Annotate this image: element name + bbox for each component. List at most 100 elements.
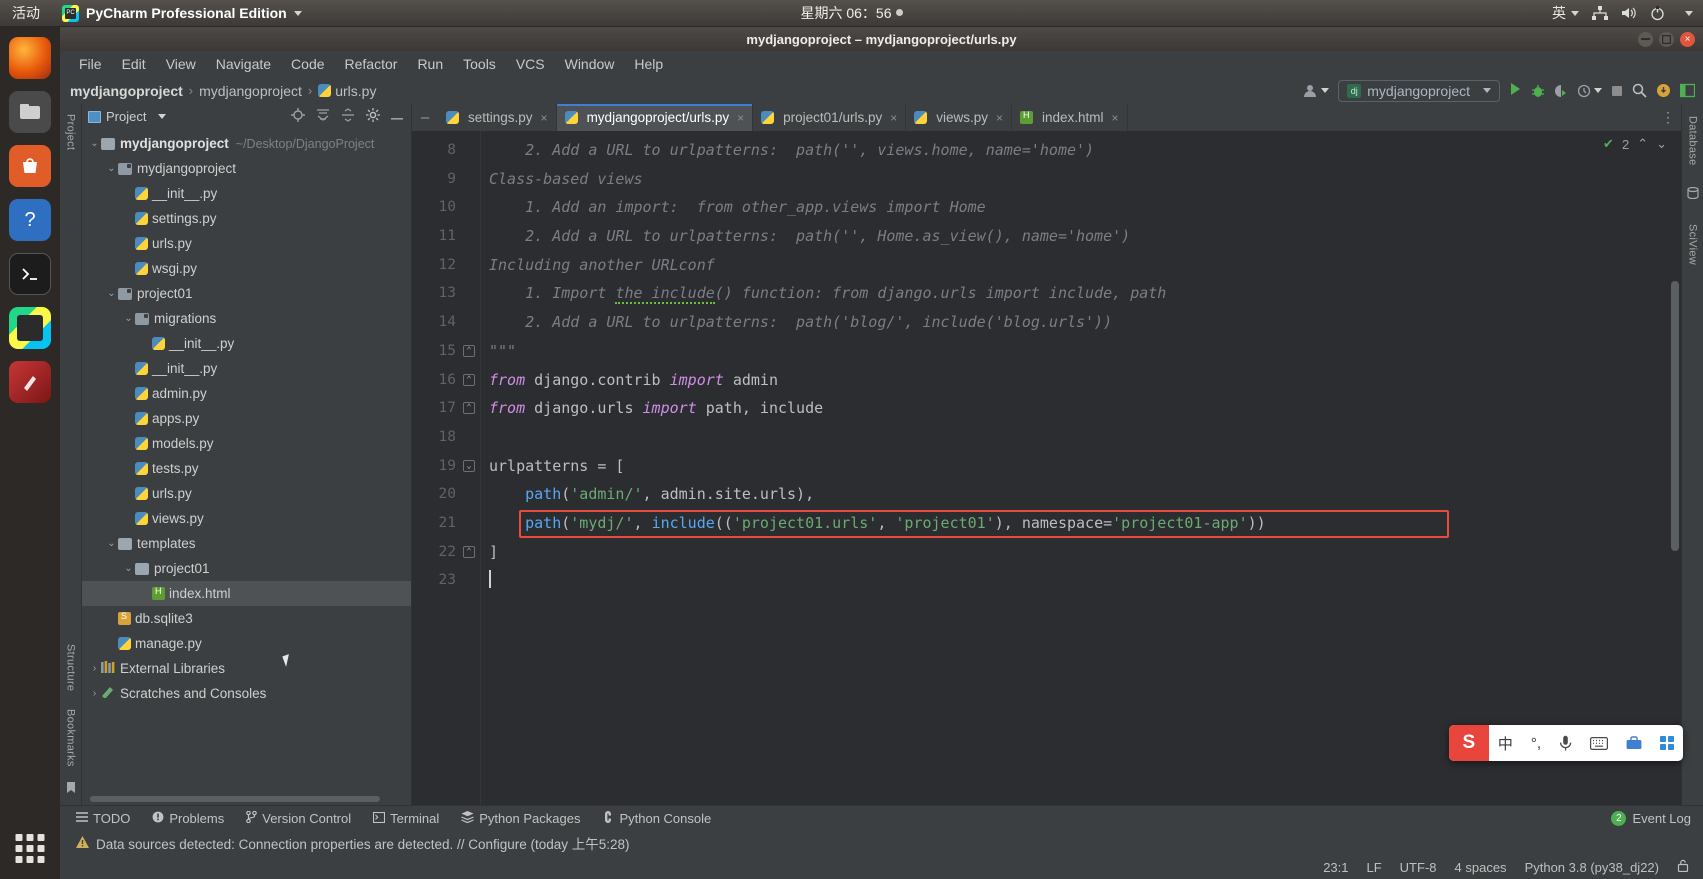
search-icon[interactable] bbox=[1632, 83, 1647, 98]
database-icon[interactable] bbox=[1686, 186, 1699, 204]
menu-icon[interactable] bbox=[1651, 725, 1683, 761]
breadcrumb-project[interactable]: mydjangoproject bbox=[70, 83, 183, 99]
window-close-button[interactable]: × bbox=[1680, 31, 1695, 47]
gutter-line-10[interactable]: 10 bbox=[412, 193, 480, 222]
tree-item-manage-py[interactable]: ›manage.py bbox=[82, 631, 411, 656]
active-app-name[interactable]: PyCharm Professional Edition bbox=[86, 5, 287, 21]
tree-item-models-py[interactable]: ›models.py bbox=[82, 431, 411, 456]
tool-button-version-control[interactable]: Version Control bbox=[246, 810, 351, 826]
menu-refactor[interactable]: Refactor bbox=[336, 54, 407, 74]
inspection-widget[interactable]: ✔ 2 ⌃ ⌄ bbox=[1603, 136, 1667, 152]
tree-item-mydjangoproject[interactable]: ⌄ mydjangoproject ~/Desktop/DjangoProject bbox=[82, 131, 411, 156]
tab-close-icon[interactable]: × bbox=[890, 111, 897, 125]
tree-item-views-py[interactable]: ›views.py bbox=[82, 506, 411, 531]
code-line-23[interactable] bbox=[481, 566, 1681, 595]
launcher-item-pycharm[interactable] bbox=[9, 307, 51, 349]
gutter-line-12[interactable]: 12 bbox=[412, 251, 480, 280]
code-line-15[interactable]: """ bbox=[481, 337, 1681, 366]
tree-item-mydjangoproject[interactable]: ⌄ mydjangoproject bbox=[82, 156, 411, 181]
tree-item--init-py[interactable]: ›__init__.py bbox=[82, 331, 411, 356]
notification-strip[interactable]: Data sources detected: Connection proper… bbox=[60, 831, 1703, 855]
code-editor[interactable]: 8 9 10 11 12 13 14 ⌃ 15 ⌃ 16 ⌃ 17 18 ⌄ 19 20 21 ⌃ 22 23 2. A… bbox=[412, 131, 1681, 805]
network-icon[interactable] bbox=[1592, 6, 1608, 20]
menu-edit[interactable]: Edit bbox=[113, 54, 155, 74]
gutter-line-11[interactable]: 11 bbox=[412, 222, 480, 251]
chevron-right-icon[interactable]: › bbox=[88, 663, 101, 674]
hide-tabs-icon[interactable]: – bbox=[412, 104, 438, 131]
tree-item-admin-py[interactable]: ›admin.py bbox=[82, 381, 411, 406]
breadcrumb-file[interactable]: urls.py bbox=[318, 83, 376, 99]
code-line-22[interactable]: ] bbox=[481, 538, 1681, 567]
tab-mydjangoproject-urls-py[interactable]: mydjangoproject/urls.py × bbox=[556, 104, 754, 131]
project-tree[interactable]: ⌄ mydjangoproject ~/Desktop/DjangoProject ⌄… bbox=[82, 129, 411, 805]
menu-vcs[interactable]: VCS bbox=[507, 54, 554, 74]
tree-item-settings-py[interactable]: ›settings.py bbox=[82, 206, 411, 231]
code-line-10[interactable]: 1. Add an import: from other_app.views i… bbox=[481, 193, 1681, 222]
tool-button-terminal[interactable]: Terminal bbox=[373, 811, 439, 826]
tab-close-icon[interactable]: × bbox=[737, 111, 744, 125]
input-method-indicator[interactable]: 英 bbox=[1552, 3, 1579, 23]
status-encoding[interactable]: UTF-8 bbox=[1400, 860, 1437, 875]
project-view-chevron-down-icon[interactable] bbox=[158, 114, 167, 119]
tree-item-templates[interactable]: ⌄ templates bbox=[82, 531, 411, 556]
code-line-13[interactable]: 1. Import the include() function: from d… bbox=[481, 279, 1681, 308]
ime-mode-button[interactable]: 中 bbox=[1489, 725, 1522, 761]
rail-button-database[interactable]: Database bbox=[1687, 112, 1699, 170]
power-icon[interactable] bbox=[1650, 5, 1665, 21]
tab-index-html[interactable]: index.html× bbox=[1012, 104, 1128, 131]
menu-code[interactable]: Code bbox=[282, 54, 333, 74]
code-line-12[interactable]: Including another URLconf bbox=[481, 251, 1681, 280]
tree-item-db-sqlite3[interactable]: ›db.sqlite3 bbox=[82, 606, 411, 631]
activities-button[interactable]: 活动 bbox=[12, 3, 40, 23]
tab-close-icon[interactable]: × bbox=[996, 111, 1003, 125]
breadcrumb-module[interactable]: mydjangoproject bbox=[199, 83, 302, 99]
tree-item-urls-py[interactable]: ›urls.py bbox=[82, 481, 411, 506]
tool-button-python-console[interactable]: Python Console bbox=[602, 811, 711, 826]
tree-item-tests-py[interactable]: ›tests.py bbox=[82, 456, 411, 481]
chevron-down-icon[interactable]: ⌄ bbox=[105, 163, 118, 174]
microphone-icon[interactable] bbox=[1550, 725, 1581, 761]
hide-panel-icon[interactable] bbox=[391, 109, 405, 124]
chevron-down-icon[interactable]: ⌄ bbox=[105, 288, 118, 299]
menu-window[interactable]: Window bbox=[556, 54, 624, 74]
toolbox-icon[interactable] bbox=[1617, 725, 1651, 761]
code-line-16[interactable]: from django.contrib import admin bbox=[481, 366, 1681, 395]
code-line-8[interactable]: 2. Add a URL to urlpatterns: path('', vi… bbox=[481, 136, 1681, 165]
gutter-line-23[interactable]: 23 bbox=[412, 566, 480, 595]
gutter-line-8[interactable]: 8 bbox=[412, 136, 480, 165]
tree-item-project01[interactable]: ⌄ project01 bbox=[82, 281, 411, 306]
tree-item--init-py[interactable]: ›__init__.py bbox=[82, 181, 411, 206]
menu-help[interactable]: Help bbox=[625, 54, 672, 74]
tool-button-todo[interactable]: TODO bbox=[76, 811, 130, 826]
profiler-icon[interactable] bbox=[1577, 84, 1602, 98]
tree-item-index-html[interactable]: ›index.html bbox=[82, 581, 411, 606]
rail-button-project[interactable]: Project bbox=[65, 110, 77, 154]
desktop-clock[interactable]: 星期六 06：56 bbox=[702, 3, 1002, 23]
user-icon[interactable] bbox=[1303, 84, 1330, 98]
layout-icon[interactable] bbox=[1680, 83, 1695, 98]
chevron-down-icon[interactable]: ⌄ bbox=[122, 313, 135, 324]
gutter-line-14[interactable]: 14 bbox=[412, 308, 480, 337]
launcher-item-firefox[interactable] bbox=[9, 37, 51, 79]
prev-problem-icon[interactable]: ⌃ bbox=[1637, 136, 1648, 152]
status-interpreter[interactable]: Python 3.8 (py38_dj22) bbox=[1525, 860, 1659, 875]
project-tree-horizontal-scrollbar[interactable] bbox=[90, 796, 380, 802]
launcher-item-help[interactable]: ? bbox=[9, 199, 51, 241]
rail-button-bookmarks[interactable]: Bookmarks bbox=[65, 705, 77, 771]
stop-icon[interactable] bbox=[1611, 85, 1623, 97]
window-maximize-button[interactable] bbox=[1659, 31, 1674, 47]
menu-view[interactable]: View bbox=[157, 54, 205, 74]
fold-marker-19[interactable]: ⌄ bbox=[463, 459, 475, 472]
tab-views-py[interactable]: views.py × bbox=[906, 104, 1013, 131]
gutter-line-18[interactable]: 18 bbox=[412, 423, 480, 452]
locate-icon[interactable] bbox=[291, 108, 305, 125]
rail-button-sciview[interactable]: SciView bbox=[1687, 220, 1699, 269]
show-applications-button[interactable] bbox=[15, 834, 45, 863]
chevron-down-icon[interactable]: ⌄ bbox=[88, 138, 101, 149]
ime-logo-icon[interactable]: S bbox=[1448, 725, 1489, 761]
code-line-17[interactable]: from django.urls import path, include bbox=[481, 394, 1681, 423]
launcher-item-inkscape[interactable] bbox=[9, 361, 51, 403]
tab-close-icon[interactable]: × bbox=[1112, 111, 1119, 125]
gutter-line-9[interactable]: 9 bbox=[412, 165, 480, 194]
code-line-19[interactable]: urlpatterns = [ bbox=[481, 452, 1681, 481]
